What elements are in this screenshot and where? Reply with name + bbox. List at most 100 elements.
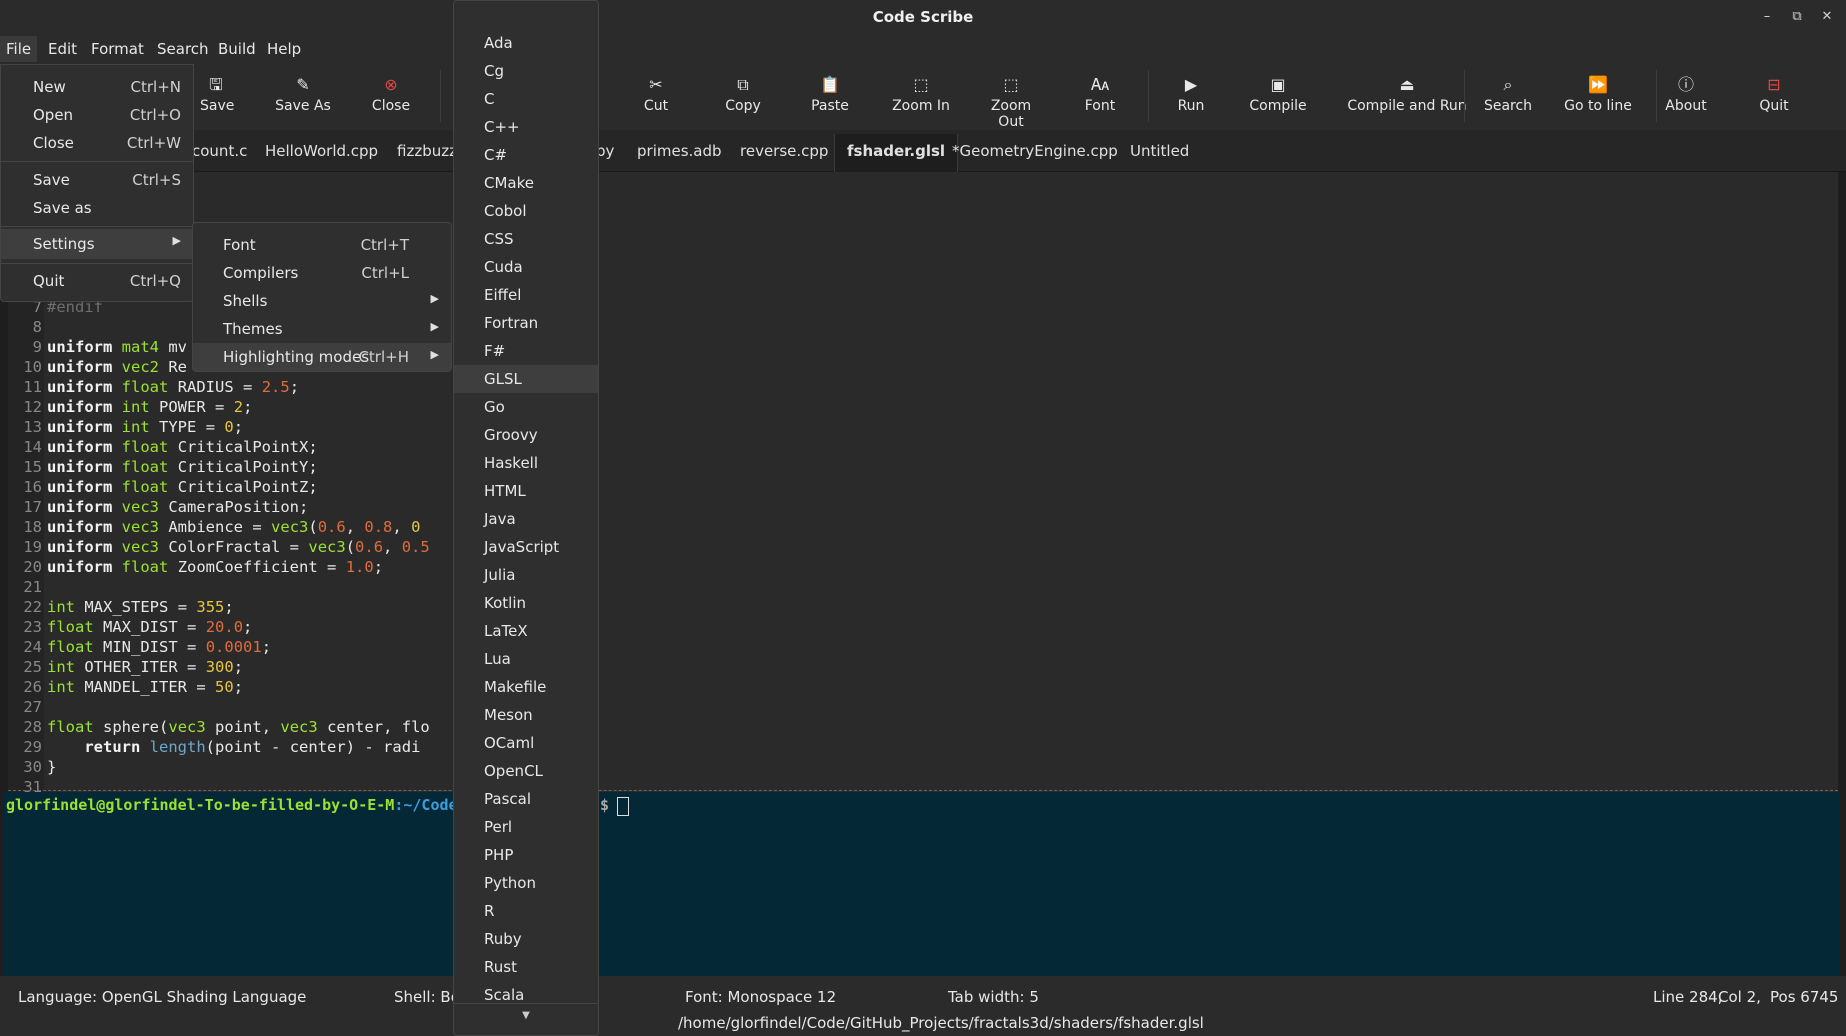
font-icon: 🗛 xyxy=(1090,75,1110,94)
language-item[interactable]: Meson xyxy=(454,701,598,729)
file-menu-settings[interactable]: Settings ▶ xyxy=(1,229,193,259)
language-item[interactable]: JavaScript xyxy=(454,533,598,561)
language-item[interactable]: Ada xyxy=(454,29,598,57)
language-item[interactable]: Java xyxy=(454,505,598,533)
language-item[interactable]: Haskell xyxy=(454,449,598,477)
copy-icon: ⧉ xyxy=(737,75,749,94)
tab-fshader-glsl[interactable]: fshader.glsl xyxy=(834,134,959,172)
close-button[interactable]: ⊗ Close xyxy=(370,74,412,114)
language-item[interactable]: Cobol xyxy=(454,197,598,225)
minimize-icon[interactable]: – xyxy=(1758,8,1776,26)
language-item[interactable]: OpenCL xyxy=(454,757,598,785)
status-bar: Language: OpenGL Shading Language Shell:… xyxy=(0,976,1846,1036)
code-text: uniform float RADIUS = 2.5; xyxy=(47,378,300,396)
zoom-out-button[interactable]: ⬚ Zoom Out xyxy=(976,74,1046,130)
scroll-down-icon[interactable]: ▼ xyxy=(454,1003,598,1027)
settings-themes[interactable]: Themes ▶ xyxy=(193,315,451,343)
font-button[interactable]: 🗛 Font xyxy=(1082,74,1118,114)
language-item[interactable]: OCaml xyxy=(454,729,598,757)
language-item[interactable]: Kotlin xyxy=(454,589,598,617)
language-item[interactable]: Perl xyxy=(454,813,598,841)
compile-and-run-button[interactable]: ⏏ Compile and Run xyxy=(1332,74,1482,114)
language-item[interactable]: Cg xyxy=(454,57,598,85)
compile-icon: ▣ xyxy=(1270,75,1286,94)
go-to-line-button[interactable]: ⏩ Go to line xyxy=(1560,74,1636,114)
file-menu-save-as[interactable]: Save as xyxy=(1,194,193,222)
menu-edit[interactable]: Edit xyxy=(48,40,77,58)
search-button[interactable]: ⌕ Search xyxy=(1480,74,1536,114)
tab-reverse-cpp[interactable]: reverse.cpp xyxy=(740,142,828,160)
tab-primes-adb[interactable]: primes.adb xyxy=(637,142,722,160)
toolbar-separator xyxy=(1464,70,1465,122)
code-text: int OTHER_ITER = 300; xyxy=(47,658,244,676)
language-item[interactable]: Groovy xyxy=(454,421,598,449)
terminal-prompt: glorfindel@glorfindel-To-be-filled-by-O-… xyxy=(6,796,609,814)
copy-button[interactable]: ⧉ Copy xyxy=(724,74,762,114)
language-item[interactable]: PHP xyxy=(454,841,598,869)
tab-untitled[interactable]: Untitled xyxy=(1130,142,1189,160)
about-button[interactable]: ⓘ About xyxy=(1664,74,1708,114)
menu-format[interactable]: Format xyxy=(91,40,144,58)
tab-count-c[interactable]: count.c xyxy=(192,142,247,160)
quit-button[interactable]: ⊟ Quit xyxy=(1758,74,1790,114)
language-item[interactable]: Lua xyxy=(454,645,598,673)
language-item[interactable]: GLSL xyxy=(454,365,598,393)
settings-font[interactable]: Font Ctrl+T xyxy=(193,231,451,259)
menu-build[interactable]: Build xyxy=(218,40,256,58)
file-menu-close[interactable]: Close Ctrl+W xyxy=(1,129,193,157)
menu-search[interactable]: Search xyxy=(157,40,209,58)
language-item[interactable]: Go xyxy=(454,393,598,421)
language-item[interactable]: Cuda xyxy=(454,253,598,281)
language-item[interactable]: C# xyxy=(454,141,598,169)
cut-button[interactable]: ✂ Cut xyxy=(640,74,672,114)
settings-shells[interactable]: Shells ▶ xyxy=(193,287,451,315)
menu-separator xyxy=(1,263,193,264)
settings-highlighting-modes[interactable]: Highlighting modes Ctrl+H ▶ xyxy=(193,343,451,371)
file-menu-open[interactable]: Open Ctrl+O xyxy=(1,101,193,129)
code-line: 13 uniform int TYPE = 0; xyxy=(10,418,243,438)
language-item[interactable]: C xyxy=(454,85,598,113)
fast-forward-icon: ⏩ xyxy=(1588,75,1608,94)
file-menu-new[interactable]: New Ctrl+N xyxy=(1,73,193,101)
terminal-panel[interactable] xyxy=(4,792,1840,976)
save-as-button[interactable]: ✎ Save As xyxy=(274,74,332,114)
language-item[interactable]: R xyxy=(454,897,598,925)
settings-submenu: Font Ctrl+T Compilers Ctrl+L Shells ▶ Theme… xyxy=(192,222,452,372)
run-button[interactable]: ▶ Run xyxy=(1176,74,1206,114)
language-item[interactable]: CMake xyxy=(454,169,598,197)
language-item[interactable]: Ruby xyxy=(454,925,598,953)
settings-compilers[interactable]: Compilers Ctrl+L xyxy=(193,259,451,287)
language-item[interactable]: F# xyxy=(454,337,598,365)
status-tab-width: Tab width: 5 xyxy=(948,988,1039,1006)
language-item[interactable]: Fortran xyxy=(454,309,598,337)
status-shell: Shell: Bo xyxy=(394,988,460,1006)
compile-button[interactable]: ▣ Compile xyxy=(1248,74,1308,114)
language-item[interactable]: Pascal xyxy=(454,785,598,813)
language-item[interactable]: Rust xyxy=(454,953,598,981)
language-item[interactable]: Eiffel xyxy=(454,281,598,309)
menu-file[interactable]: File xyxy=(0,36,38,62)
language-item[interactable]: CSS xyxy=(454,225,598,253)
language-item[interactable]: Python xyxy=(454,869,598,897)
paste-button[interactable]: 📋 Paste xyxy=(810,74,850,114)
tab-geometryengine-cpp[interactable]: *GeometryEngine.cpp xyxy=(952,142,1118,160)
status-line: Line 284, xyxy=(1653,988,1723,1006)
language-item[interactable]: C++ xyxy=(454,113,598,141)
code-text: int MAX_STEPS = 355; xyxy=(47,598,234,616)
code-text: float sphere(vec3 point, vec3 center, fl… xyxy=(47,718,430,736)
language-item[interactable]: LaTeX xyxy=(454,617,598,645)
file-menu-save[interactable]: Save Ctrl+S xyxy=(1,166,193,194)
language-item[interactable]: HTML xyxy=(454,477,598,505)
chevron-right-icon: ▶ xyxy=(430,292,439,305)
file-menu-quit[interactable]: Quit Ctrl+Q xyxy=(1,267,193,295)
tab-helloworld-cpp[interactable]: HelloWorld.cpp xyxy=(265,142,378,160)
tab-fizzbuzz[interactable]: fizzbuzz xyxy=(397,142,457,160)
save-button[interactable]: 🖫 Save xyxy=(200,74,234,114)
menu-help[interactable]: Help xyxy=(267,40,301,58)
zoom-in-button[interactable]: ⬚ Zoom In xyxy=(892,74,950,114)
language-item[interactable]: Julia xyxy=(454,561,598,589)
language-item[interactable]: Makefile xyxy=(454,673,598,701)
restore-icon[interactable]: ⧉ xyxy=(1788,8,1806,26)
close-window-icon[interactable]: ✕ xyxy=(1818,8,1836,26)
code-text: uniform vec3 Ambience = vec3(0.6, 0.8, 0 xyxy=(47,518,421,536)
